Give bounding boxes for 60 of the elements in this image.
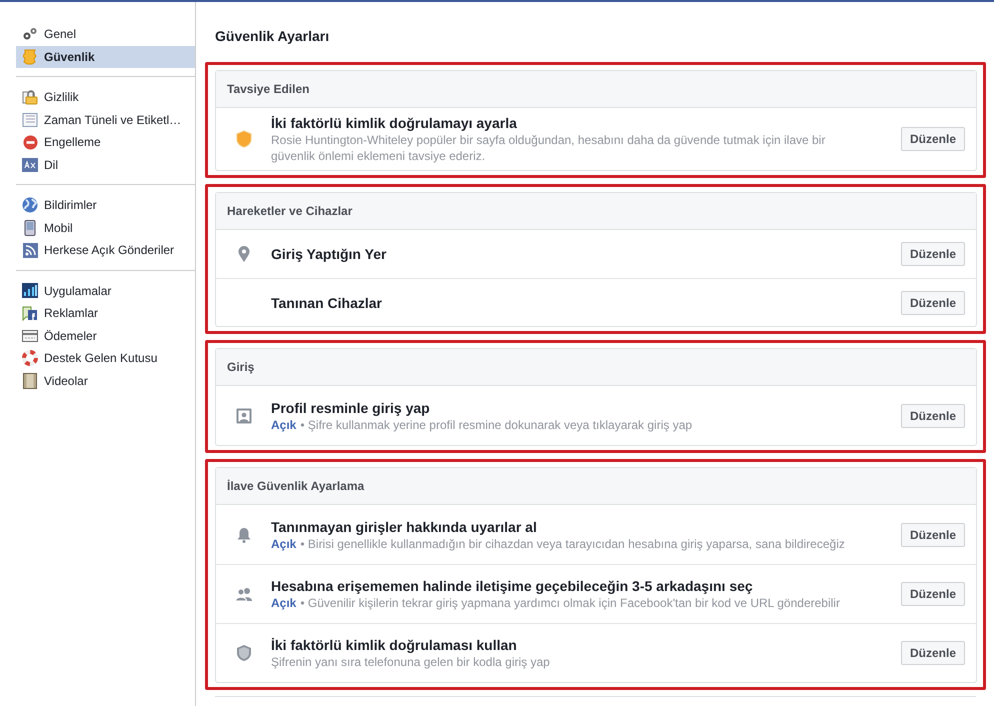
phone-icon (24, 220, 36, 236)
setting-description: • Şifre kullanmak yerine profil resmine dokunarak veya tıklayarak giriş yap (300, 418, 692, 432)
edit-button[interactable]: Düzenle (900, 582, 965, 606)
rss-icon (22, 242, 38, 258)
sidebar-item[interactable]: Gizlilik (16, 86, 195, 108)
timeline-icon (22, 112, 38, 127)
padlock-icon (22, 89, 38, 106)
section-header: Tavsiye Edilen (216, 71, 976, 108)
shield-icon (236, 130, 252, 148)
setting-description: Rosie Huntington-Whiteley popüler bir sayfa olduğundan, hesabını daha da güvende tutmak için ilave bir güvenlik önlemi eklemeni tavsiye ederiz. (271, 133, 826, 163)
language-icon (22, 158, 38, 172)
setting-title: Tanınmayan girişler hakkında uyarılar al (271, 518, 538, 536)
section-header: İlave Güvenlik Ayarlama (216, 468, 976, 505)
card-icon (22, 330, 38, 342)
status-link[interactable]: Açık (271, 596, 296, 610)
lifebuoy-icon (22, 350, 38, 366)
sidebar-item[interactable]: Videolar (16, 370, 195, 392)
shield-icon (236, 644, 252, 662)
status-link[interactable]: Açık (271, 418, 296, 432)
sidebar-item[interactable]: Engelleme (16, 131, 195, 154)
setting-description: • Güvenilir kişilerin tekrar giriş yapmana yardımcı olmak için Facebook'tan bir kod ve URL gönderebilir (300, 596, 840, 610)
setting-title: Tanınan Cihazlar (271, 294, 383, 312)
sidebar-item[interactable]: Genel (16, 23, 195, 46)
sidebar-item[interactable]: Uygulamalar (16, 280, 195, 302)
sidebar-item[interactable]: Mobil (16, 216, 195, 239)
sidebar-item[interactable]: Destek Gelen Kutusu (16, 347, 195, 370)
setting-title: Giriş Yaptığın Yer (271, 245, 388, 263)
section-header: Hareketler ve Cihazlar (216, 193, 976, 230)
setting-title: İki faktörlü kimlik doğrulaması kullan (271, 636, 518, 654)
status-link[interactable]: Açık (271, 536, 296, 550)
gears-icon (22, 27, 38, 42)
sidebar-item[interactable]: Ödemeler (16, 324, 195, 347)
bell-icon (236, 526, 250, 542)
edit-button[interactable]: Düzenle (900, 522, 965, 546)
ads-icon (22, 305, 38, 322)
profile-picture-icon (236, 408, 252, 424)
setting-description: • Birisi genellikle kullanmadığın bir cihazdan veya tarayıcıdan hesabına giriş yaparsa, sana bildireceğiz (300, 536, 845, 550)
friends-icon (234, 587, 252, 601)
sidebar-item[interactable]: Herkese Açık Gönderiler (16, 239, 195, 262)
sidebar-item[interactable]: Bildirimler (16, 194, 195, 216)
edit-button[interactable]: Düzenle (900, 242, 965, 266)
block-icon (22, 134, 38, 150)
section-header: Giriş (216, 349, 976, 386)
page-title: Güvenlik Ayarları (215, 28, 330, 44)
badge-icon (23, 48, 37, 65)
setting-title: Hesabına erişememen halinde iletişime geçebileceğin 3-5 arkadaşını seç (271, 577, 754, 595)
setting-title: Profil resminle giriş yap (271, 398, 431, 416)
sidebar-item[interactable]: Güvenlik (16, 46, 195, 68)
edit-button[interactable]: Düzenle (900, 290, 965, 314)
edit-button[interactable]: Düzenle (900, 127, 965, 151)
apps-icon (22, 283, 38, 298)
location-pin-icon (238, 246, 250, 262)
sidebar-item[interactable]: Reklamlar (16, 302, 195, 324)
edit-button[interactable]: Düzenle (900, 404, 965, 428)
setting-description: Şifrenin yanı sıra telefonuna gelen bir kodla giriş yap (271, 655, 550, 669)
sidebar-item[interactable]: Zaman Tüneli ve Etiketl… (16, 108, 195, 131)
edit-button[interactable]: Düzenle (900, 641, 965, 665)
sidebar-item[interactable]: Dil (16, 154, 195, 176)
setting-title: İki faktörlü kimlik doğrulamayı ayarla (271, 114, 518, 132)
film-icon (23, 372, 37, 389)
